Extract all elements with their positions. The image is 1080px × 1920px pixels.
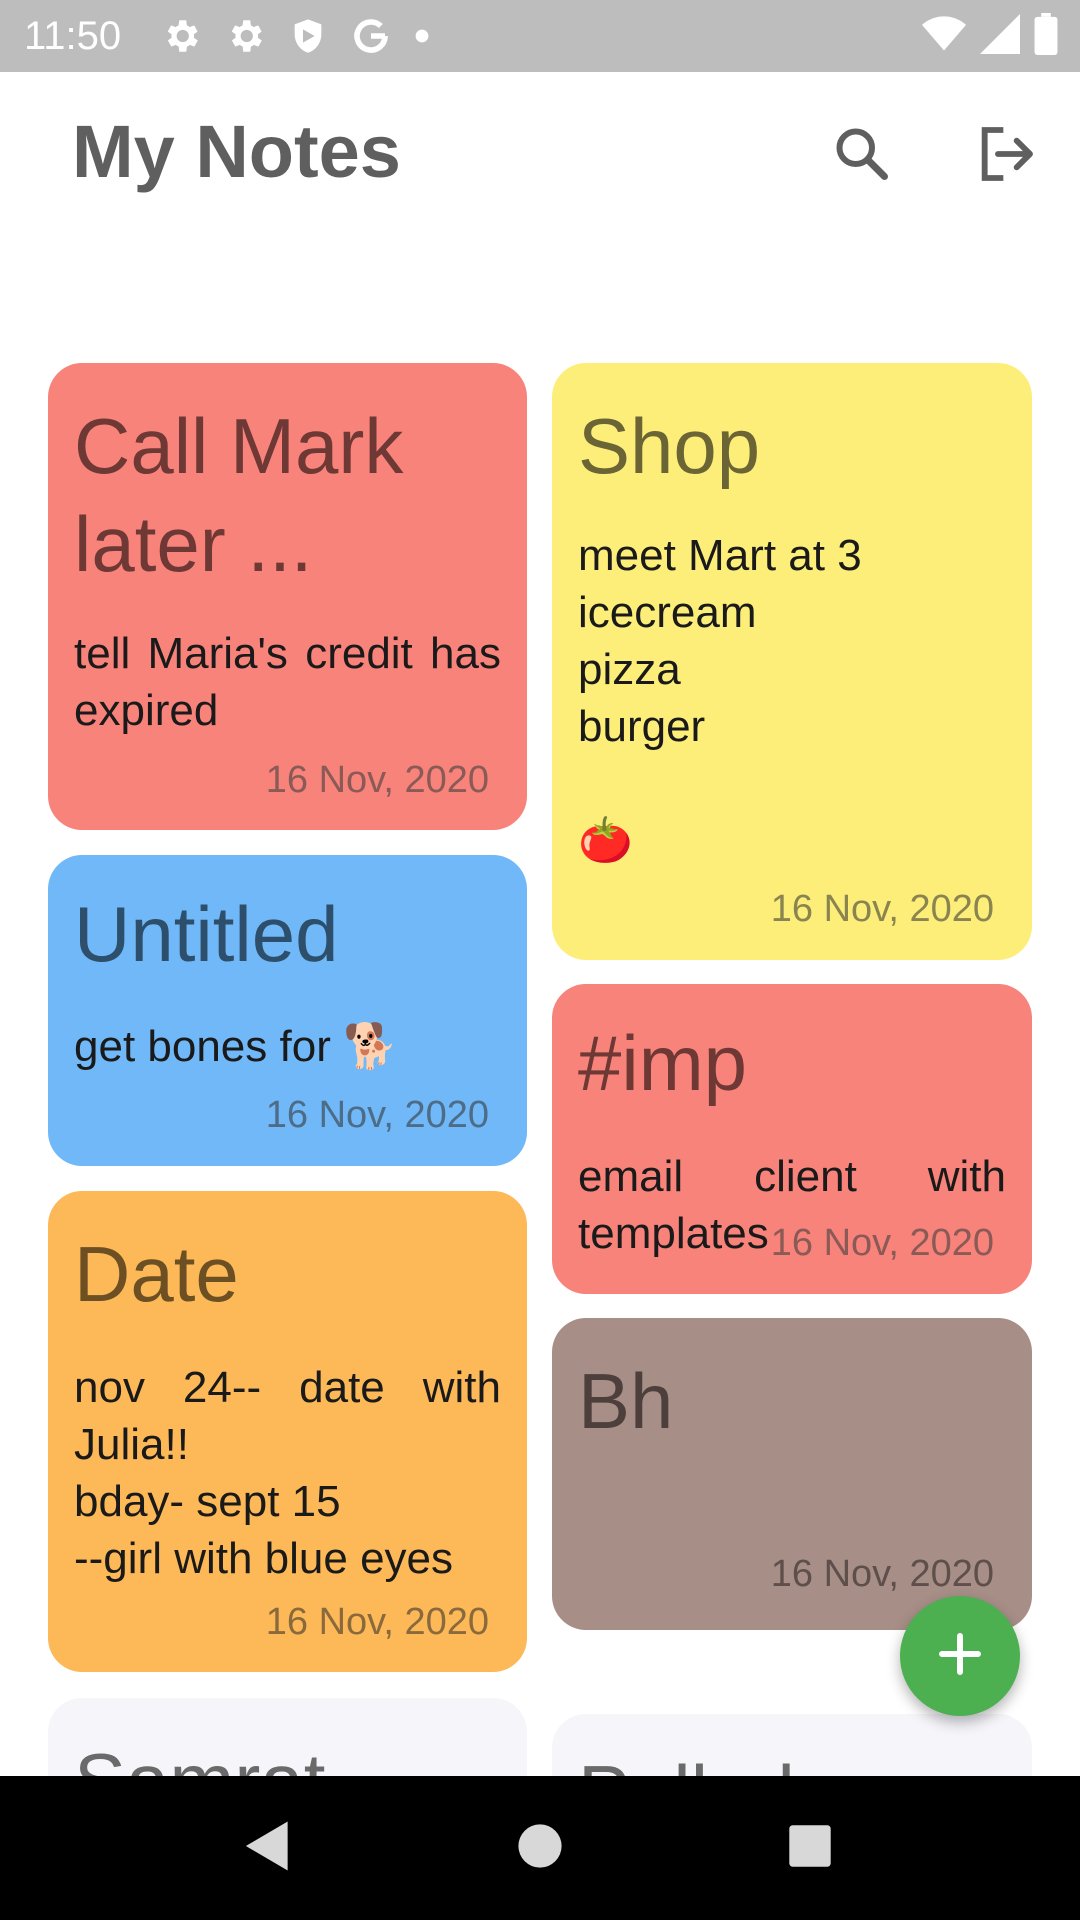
search-icon [832, 124, 892, 189]
note-date: 16 Nov, 2020 [265, 1601, 489, 1643]
home-icon [516, 1822, 564, 1875]
note-title: Call Mark later ... [74, 402, 404, 588]
google-icon [350, 15, 392, 57]
note-body: tell Maria's credit has expired [74, 629, 501, 735]
note-body-line [578, 755, 1006, 812]
note-date: 16 Nov, 2020 [770, 888, 994, 930]
note-title: Samrat [74, 1732, 501, 1776]
note-title: Shop [578, 402, 761, 490]
status-notification-icons [160, 12, 430, 60]
note-body-line: meet Mart at 3 [578, 531, 862, 580]
app-bar: My Notes [0, 72, 1080, 240]
note-date: 16 Nov, 2020 [265, 1094, 489, 1136]
battery-icon [1034, 12, 1058, 60]
note-title: #imp [578, 1019, 748, 1107]
note-body-line: --girl with blue eyes [74, 1534, 454, 1583]
note-title: Bh [578, 1357, 674, 1445]
settings-icon [224, 15, 266, 57]
settings-icon [160, 15, 202, 57]
status-time: 11:50 [24, 14, 122, 58]
note-card-shop[interactable]: Shop meet Mart at 3 icecream pizza burge… [552, 363, 1032, 960]
tomato-emoji: 🍅 [578, 816, 633, 865]
note-title: Untitled [74, 890, 339, 978]
search-button[interactable] [822, 116, 902, 196]
recents-button[interactable] [778, 1816, 842, 1880]
note-card-bh[interactable]: Bh 16 Nov, 2020 [552, 1318, 1032, 1630]
note-date: 16 Nov, 2020 [770, 1553, 994, 1595]
back-icon [243, 1819, 293, 1878]
home-button[interactable] [508, 1816, 572, 1880]
note-date: 16 Nov, 2020 [770, 1222, 994, 1264]
note-card-samrat[interactable]: Samrat [48, 1698, 527, 1776]
note-date: 16 Nov, 2020 [265, 759, 489, 801]
back-button[interactable] [236, 1816, 300, 1880]
plus-icon [936, 1630, 984, 1683]
add-note-button[interactable] [900, 1596, 1020, 1716]
logout-button[interactable] [966, 116, 1046, 196]
note-title: Date [74, 1230, 239, 1318]
notes-grid: Call Mark later ... tell Maria's credit … [0, 240, 1080, 1776]
shield-icon [288, 15, 328, 57]
note-card-call-mark[interactable]: Call Mark later ... tell Maria's credit … [48, 363, 527, 830]
wifi-icon [922, 14, 966, 59]
note-body-line: icecream [578, 588, 757, 637]
signal-icon [980, 13, 1020, 59]
page-title: My Notes [72, 110, 401, 193]
note-body: meet Mart at 3 icecream pizza burger 🍅 [578, 527, 1006, 869]
note-card-imp[interactable]: #imp email client with templates 16 Nov,… [552, 984, 1032, 1294]
note-body-line: burger [578, 702, 706, 751]
note-title: Pallad [578, 1744, 1006, 1776]
note-body: nov 24-- date with Julia!! bday- sept 15… [74, 1359, 501, 1587]
status-bar: 11:50 [0, 0, 1080, 72]
note-card-partial[interactable]: Pallad [552, 1714, 1032, 1776]
status-system-icons [922, 12, 1058, 60]
logout-icon [974, 122, 1038, 191]
note-card-untitled[interactable]: Untitled get bones for 🐕 16 Nov, 2020 [48, 855, 527, 1166]
note-card-date[interactable]: Date nov 24-- date with Julia!! bday- se… [48, 1191, 527, 1672]
recents-icon [787, 1823, 833, 1874]
note-body-line: bday- sept 15 [74, 1477, 341, 1526]
note-body-line: pizza [578, 645, 681, 694]
dot-icon [414, 28, 430, 44]
note-body: get bones for 🐕 [74, 1022, 398, 1071]
note-body-line: nov 24-- date with Julia!! [74, 1363, 501, 1469]
system-nav-bar [0, 1776, 1080, 1920]
